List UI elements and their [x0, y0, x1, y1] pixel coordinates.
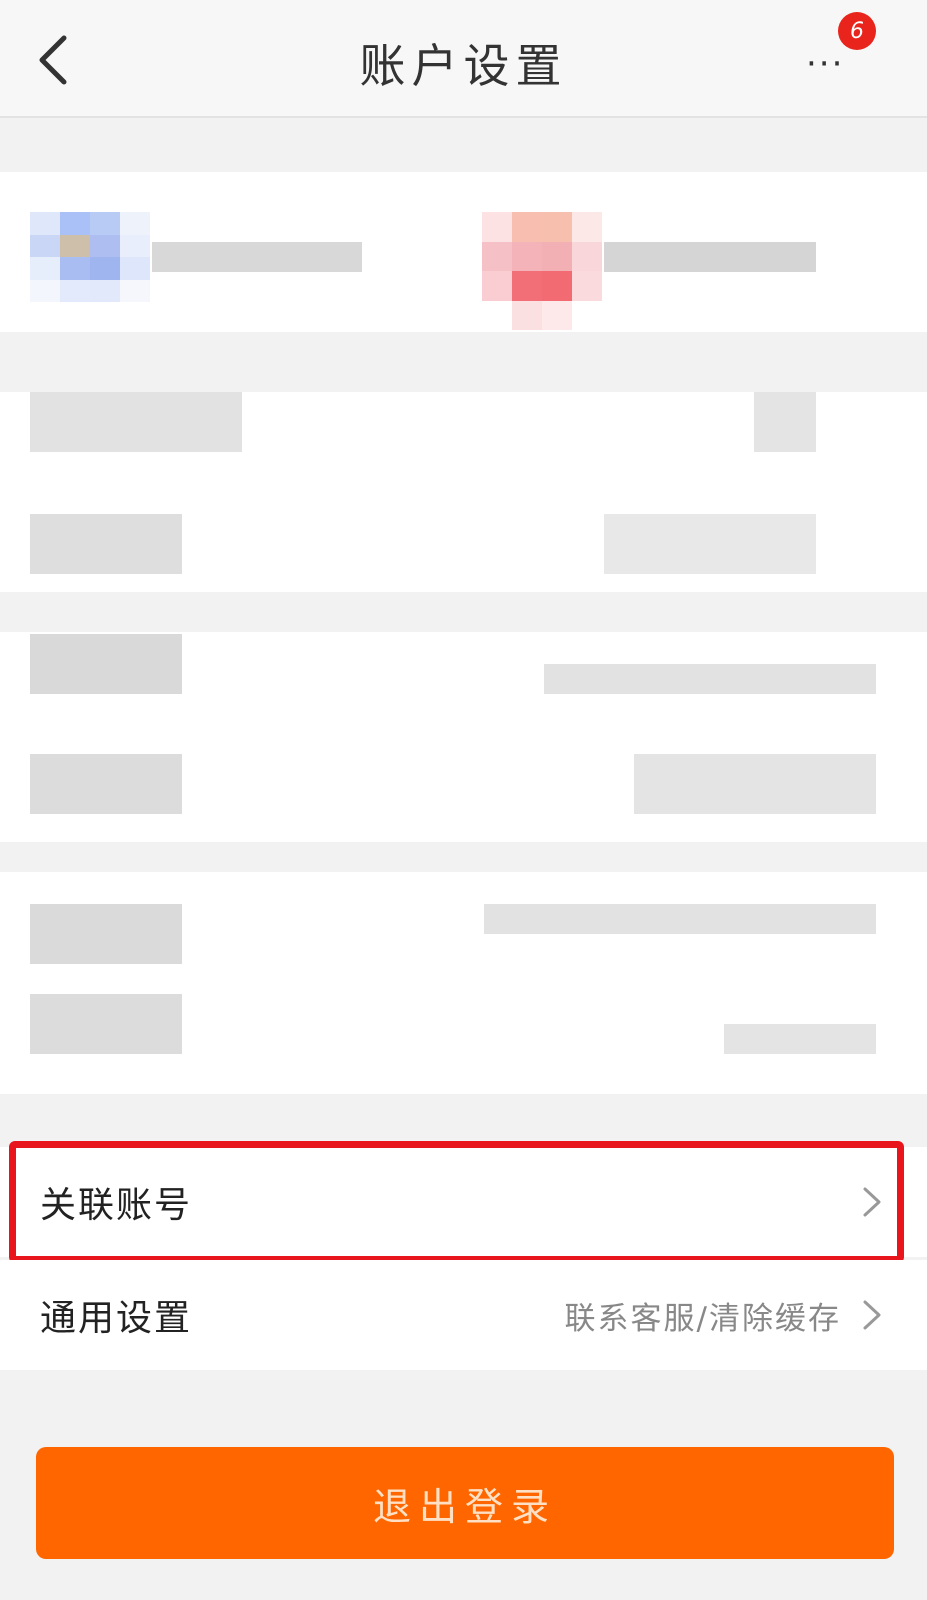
top-bar: 账户设置 ··· 6: [0, 0, 927, 118]
blurred-info-card: [0, 632, 927, 842]
blurred-text: [30, 514, 182, 574]
blurred-text: [30, 994, 182, 1054]
linked-accounts-label: 关联账号: [40, 1185, 193, 1226]
account-settings-page: 账户设置 ··· 6 关联账号 通用设置 联系客服/清除缓存 退出登录: [0, 0, 927, 1600]
blurred-text: [30, 904, 182, 964]
general-settings-subtitle: 联系客服/清除缓存: [564, 1300, 841, 1337]
blurred-text: [724, 1024, 876, 1054]
blurred-text: [604, 242, 816, 272]
blurred-text: [484, 904, 876, 934]
blurred-text: [30, 392, 242, 452]
blurred-avatar: [30, 212, 150, 302]
chevron-right-icon: [863, 1300, 881, 1330]
chevron-right-icon: [863, 1187, 881, 1217]
blurred-text: [634, 754, 876, 814]
blurred-info-card: [0, 872, 927, 1094]
page-title: 账户设置: [359, 39, 568, 93]
notification-badge: 6: [838, 12, 876, 50]
blurred-account-card: [0, 172, 927, 332]
blurred-text: [30, 754, 182, 814]
more-dots-icon: ···: [806, 44, 845, 84]
blurred-text: [30, 634, 182, 694]
linked-accounts-item[interactable]: 关联账号: [0, 1147, 927, 1257]
general-settings-item[interactable]: 通用设置 联系客服/清除缓存: [0, 1260, 927, 1370]
blurred-avatar: [482, 212, 602, 330]
logout-button[interactable]: 退出登录: [36, 1447, 894, 1559]
blurred-text: [754, 392, 816, 452]
general-settings-label: 通用设置: [40, 1298, 193, 1339]
blurred-text: [604, 514, 816, 574]
blurred-text: [152, 242, 362, 272]
blurred-text: [544, 664, 876, 694]
blurred-info-card: [0, 392, 927, 592]
